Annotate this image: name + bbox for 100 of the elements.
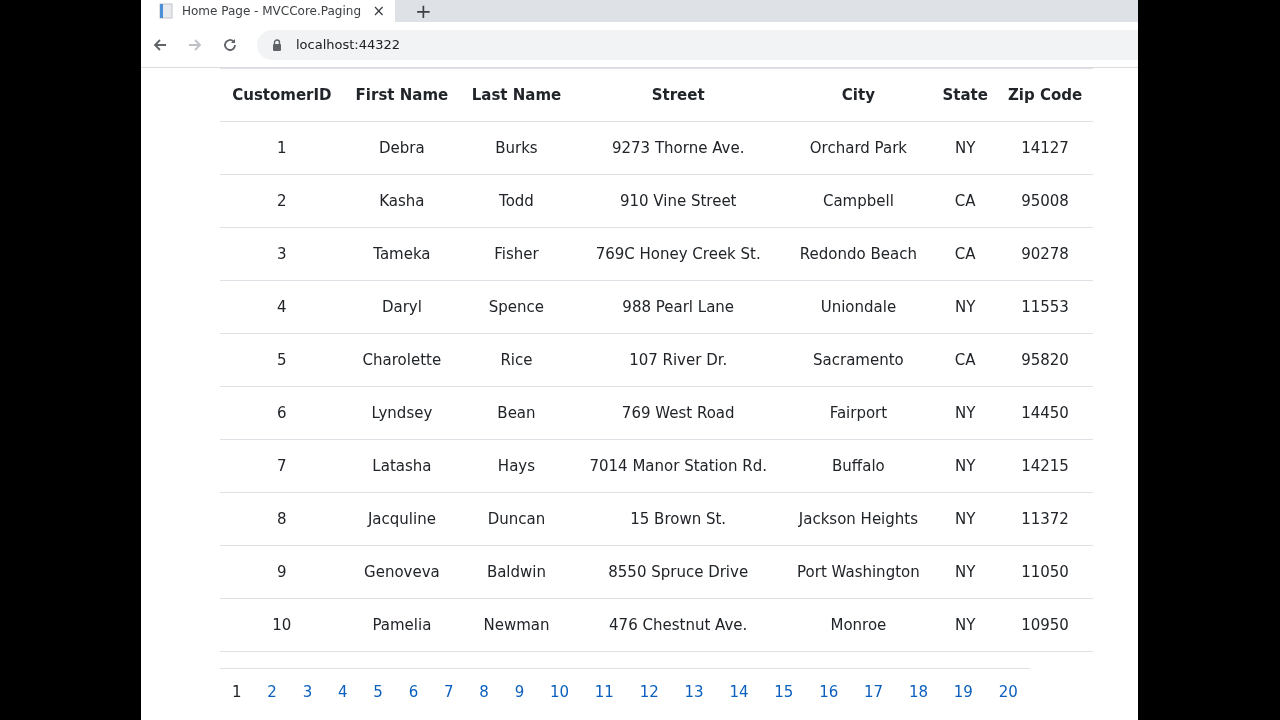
page-link[interactable]: 17 bbox=[864, 683, 884, 701]
page-link[interactable]: 14 bbox=[729, 683, 749, 701]
table-cell: CA bbox=[933, 174, 998, 228]
page-link[interactable]: 8 bbox=[479, 683, 489, 701]
table-cell: Uniondale bbox=[783, 280, 934, 334]
page-link[interactable]: 19 bbox=[953, 683, 973, 701]
table-cell: 7 bbox=[220, 439, 344, 493]
table-cell: 15 Brown St. bbox=[572, 492, 784, 546]
table-cell: 11050 bbox=[997, 545, 1093, 599]
table-cell: Jackson Heights bbox=[783, 492, 934, 546]
table-cell: NY bbox=[933, 121, 998, 175]
table-cell: Fairport bbox=[783, 386, 934, 440]
page-link[interactable]: 4 bbox=[338, 683, 348, 701]
page-link[interactable]: 9 bbox=[514, 683, 525, 701]
table-cell: Sacramento bbox=[783, 333, 934, 387]
table-cell: CA bbox=[933, 333, 998, 387]
table-cell: Baldwin bbox=[460, 545, 573, 599]
table-cell: Rice bbox=[460, 333, 573, 387]
table-cell: Daryl bbox=[343, 280, 461, 334]
table-cell: Hays bbox=[460, 439, 573, 493]
table-cell: Orchard Park bbox=[783, 121, 934, 175]
table-cell: Debra bbox=[343, 121, 461, 175]
table-cell: 5 bbox=[220, 333, 344, 387]
new-tab-button[interactable]: + bbox=[415, 0, 432, 22]
column-header: CustomerID bbox=[220, 68, 344, 122]
table-cell: 90278 bbox=[997, 227, 1093, 281]
page-link[interactable]: 7 bbox=[443, 683, 454, 701]
table-cell: Todd bbox=[460, 174, 573, 228]
table-cell: 95820 bbox=[997, 333, 1093, 387]
reload-icon[interactable] bbox=[222, 36, 238, 53]
back-icon[interactable] bbox=[152, 36, 168, 53]
column-header: Last Name bbox=[460, 68, 573, 122]
table-cell: Duncan bbox=[460, 492, 573, 546]
table-cell: 2 bbox=[220, 174, 344, 228]
address-bar[interactable]: localhost:44322 bbox=[257, 29, 1138, 60]
table-cell: 107 River Dr. bbox=[572, 333, 784, 387]
page-link[interactable]: 11 bbox=[594, 683, 614, 701]
table-cell: Genoveva bbox=[343, 545, 461, 599]
lock-icon bbox=[272, 38, 282, 51]
page-link[interactable]: 5 bbox=[373, 683, 383, 701]
table-cell: Pamelia bbox=[343, 598, 461, 652]
page-link[interactable]: 18 bbox=[908, 683, 929, 701]
page-link[interactable]: 20 bbox=[998, 683, 1018, 701]
table-cell: NY bbox=[933, 280, 998, 334]
table-cell: 910 Vine Street bbox=[572, 174, 784, 228]
table-cell: 14215 bbox=[997, 439, 1093, 493]
table-cell: NY bbox=[933, 545, 998, 599]
table-cell: 11372 bbox=[997, 492, 1093, 546]
tab-title: Home Page - MVCCore.Paging bbox=[182, 4, 362, 18]
table-cell: Port Washington bbox=[783, 545, 934, 599]
page-link[interactable]: 6 bbox=[408, 683, 419, 701]
table-cell: 10950 bbox=[997, 598, 1093, 652]
table-cell: 8550 Spruce Drive bbox=[572, 545, 784, 599]
table-cell: Campbell bbox=[783, 174, 934, 228]
page-icon bbox=[159, 3, 173, 19]
table-cell: NY bbox=[933, 492, 998, 546]
table-cell: Lyndsey bbox=[343, 386, 461, 440]
table-cell: 14127 bbox=[997, 121, 1093, 175]
table-cell: CA bbox=[933, 227, 998, 281]
browser-tab[interactable]: Home Page - MVCCore.Paging × bbox=[141, 0, 395, 22]
table-cell: Bean bbox=[460, 386, 573, 440]
table-cell: 1 bbox=[220, 121, 344, 175]
close-tab-button[interactable]: × bbox=[372, 2, 385, 20]
column-header: First Name bbox=[343, 68, 461, 122]
table-cell: NY bbox=[933, 439, 998, 493]
column-header: City bbox=[783, 68, 934, 122]
page-link[interactable]: 10 bbox=[549, 683, 570, 701]
table-cell: Redondo Beach bbox=[783, 227, 934, 281]
table-cell: Charolette bbox=[343, 333, 461, 387]
page-link[interactable]: 15 bbox=[774, 683, 794, 701]
page-link[interactable]: 2 bbox=[267, 683, 277, 701]
table-cell: Kasha bbox=[343, 174, 461, 228]
table-cell: 8 bbox=[220, 492, 344, 546]
table-cell: 476 Chestnut Ave. bbox=[572, 598, 784, 652]
table-cell: 95008 bbox=[997, 174, 1093, 228]
table-cell: Newman bbox=[460, 598, 573, 652]
table-cell: Latasha bbox=[343, 439, 461, 493]
table-cell: 9 bbox=[220, 545, 344, 599]
table-cell: 988 Pearl Lane bbox=[572, 280, 784, 334]
table-cell: Burks bbox=[460, 121, 573, 175]
table-cell: 769C Honey Creek St. bbox=[572, 227, 784, 281]
table-cell: 3 bbox=[220, 227, 344, 281]
column-header: Zip Code bbox=[997, 68, 1093, 122]
page-link[interactable]: 16 bbox=[819, 683, 839, 701]
table-cell: Buffalo bbox=[783, 439, 934, 493]
column-header: State bbox=[933, 68, 998, 122]
table-cell: 7014 Manor Station Rd. bbox=[572, 439, 784, 493]
table-cell: 14450 bbox=[997, 386, 1093, 440]
page-link[interactable]: 12 bbox=[639, 683, 659, 701]
table-cell: 4 bbox=[220, 280, 344, 334]
table-cell: 9273 Thorne Ave. bbox=[572, 121, 784, 175]
table-cell: NY bbox=[933, 598, 998, 652]
page-link[interactable]: 3 bbox=[302, 683, 313, 701]
table-cell: Jacquline bbox=[343, 492, 461, 546]
page-link[interactable]: 13 bbox=[684, 683, 704, 701]
page-link[interactable]: 1 bbox=[232, 683, 242, 701]
table-cell: Fisher bbox=[460, 227, 573, 281]
table-cell: Spence bbox=[460, 280, 573, 334]
table-cell: Monroe bbox=[783, 598, 934, 652]
table-cell: 11553 bbox=[997, 280, 1093, 334]
